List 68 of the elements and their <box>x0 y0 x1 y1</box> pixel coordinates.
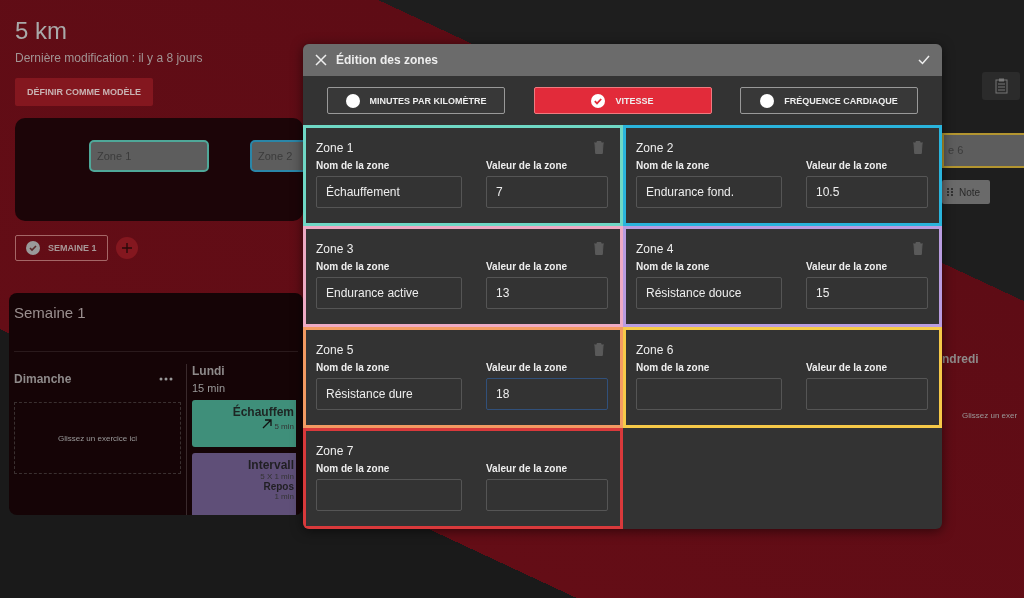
zone-name-field[interactable] <box>316 479 462 511</box>
zone-title: Zone 1 <box>316 141 354 155</box>
field-label: Nom de la zone <box>636 362 711 373</box>
close-icon[interactable] <box>315 54 327 66</box>
zone-value-field[interactable]: 13 <box>486 277 608 309</box>
field-label: Valeur de la zone <box>806 261 889 272</box>
zone-value-field[interactable] <box>806 378 928 410</box>
trash-icon[interactable] <box>911 241 925 256</box>
day-name: ndredi <box>942 352 980 366</box>
zone-value-field[interactable] <box>486 479 608 511</box>
field-label: Valeur de la zone <box>486 160 569 171</box>
field-label: Valeur de la zone <box>806 362 889 373</box>
mode-option[interactable]: VITESSE <box>533 87 712 114</box>
trash-icon[interactable] <box>592 241 606 256</box>
trash-icon[interactable] <box>592 140 606 155</box>
day-duration: 15 min <box>192 382 227 394</box>
check-circle-icon <box>26 241 40 255</box>
zone-title: Zone 6 <box>636 343 674 357</box>
field-label: Valeur de la zone <box>486 463 569 474</box>
add-icon[interactable] <box>115 237 138 259</box>
zone-name-field[interactable]: Résistance douce <box>636 277 782 309</box>
field-label: Valeur de la zone <box>486 261 569 272</box>
mode-option[interactable]: FRÉQUENCE CARDIAQUE <box>740 87 918 114</box>
zone-title: Zone 2 <box>636 141 674 155</box>
check-circle-icon <box>591 93 606 108</box>
zone-name-field[interactable]: Endurance active <box>316 277 462 309</box>
workout-card[interactable]: Échauffem 5 min <box>192 400 296 447</box>
radio-icon <box>345 93 360 108</box>
zone-value-field[interactable]: 7 <box>486 176 608 208</box>
field-label: Nom de la zone <box>636 160 711 171</box>
field-label: Valeur de la zone <box>486 362 569 373</box>
trash-icon[interactable] <box>592 342 606 357</box>
zone-value-field[interactable]: 15 <box>806 277 928 309</box>
field-label: Nom de la zone <box>636 261 711 272</box>
zone-title: Zone 3 <box>316 242 354 256</box>
week-title: Semaine 1 <box>14 303 87 321</box>
zone-name-field[interactable]: Endurance fond. <box>636 176 782 208</box>
zone-name-field[interactable]: Résistance dure <box>316 378 462 410</box>
more-icon[interactable] <box>159 377 173 381</box>
zone-title: Zone 7 <box>316 444 354 458</box>
field-label: Valeur de la zone <box>806 160 889 171</box>
dialog-title: Édition des zones <box>336 53 439 67</box>
zone-title: Zone 5 <box>316 343 354 357</box>
set-template-button[interactable]: DÉFINIR COMME MODÈLE <box>15 78 153 106</box>
week-button[interactable]: SEMAINE 1 <box>15 235 108 261</box>
radio-icon <box>760 93 775 108</box>
drop-zone: Glissez un exercice ici <box>14 402 181 474</box>
grip-icon <box>946 187 954 197</box>
day-name: Dimanche <box>14 372 72 386</box>
field-label: Nom de la zone <box>316 160 391 171</box>
clipboard-icon <box>994 78 1008 94</box>
trash-icon[interactable] <box>911 140 925 155</box>
field-label: Nom de la zone <box>316 261 391 272</box>
zone-title: Zone 4 <box>636 242 674 256</box>
field-label: Nom de la zone <box>316 362 391 373</box>
arrow-icon <box>262 419 273 429</box>
last-modified-text: Dernière modification : il y a 8 jours <box>15 51 204 65</box>
field-label: Nom de la zone <box>316 463 391 474</box>
confirm-icon[interactable] <box>918 54 930 66</box>
clipboard-button[interactable] <box>982 72 1020 100</box>
drop-zone-text: Glissez un exer <box>961 411 1019 420</box>
day-name: Lundi <box>192 364 226 378</box>
mode-option[interactable]: MINUTES PAR KILOMÈTRE <box>327 87 505 114</box>
zone-name-field[interactable]: Échauffement <box>316 176 462 208</box>
zone-value-field[interactable]: 18 <box>486 378 608 410</box>
zone-name-field[interactable] <box>636 378 782 410</box>
zone-value-field[interactable]: 10.5 <box>806 176 928 208</box>
page-title: 5 km <box>15 18 68 44</box>
